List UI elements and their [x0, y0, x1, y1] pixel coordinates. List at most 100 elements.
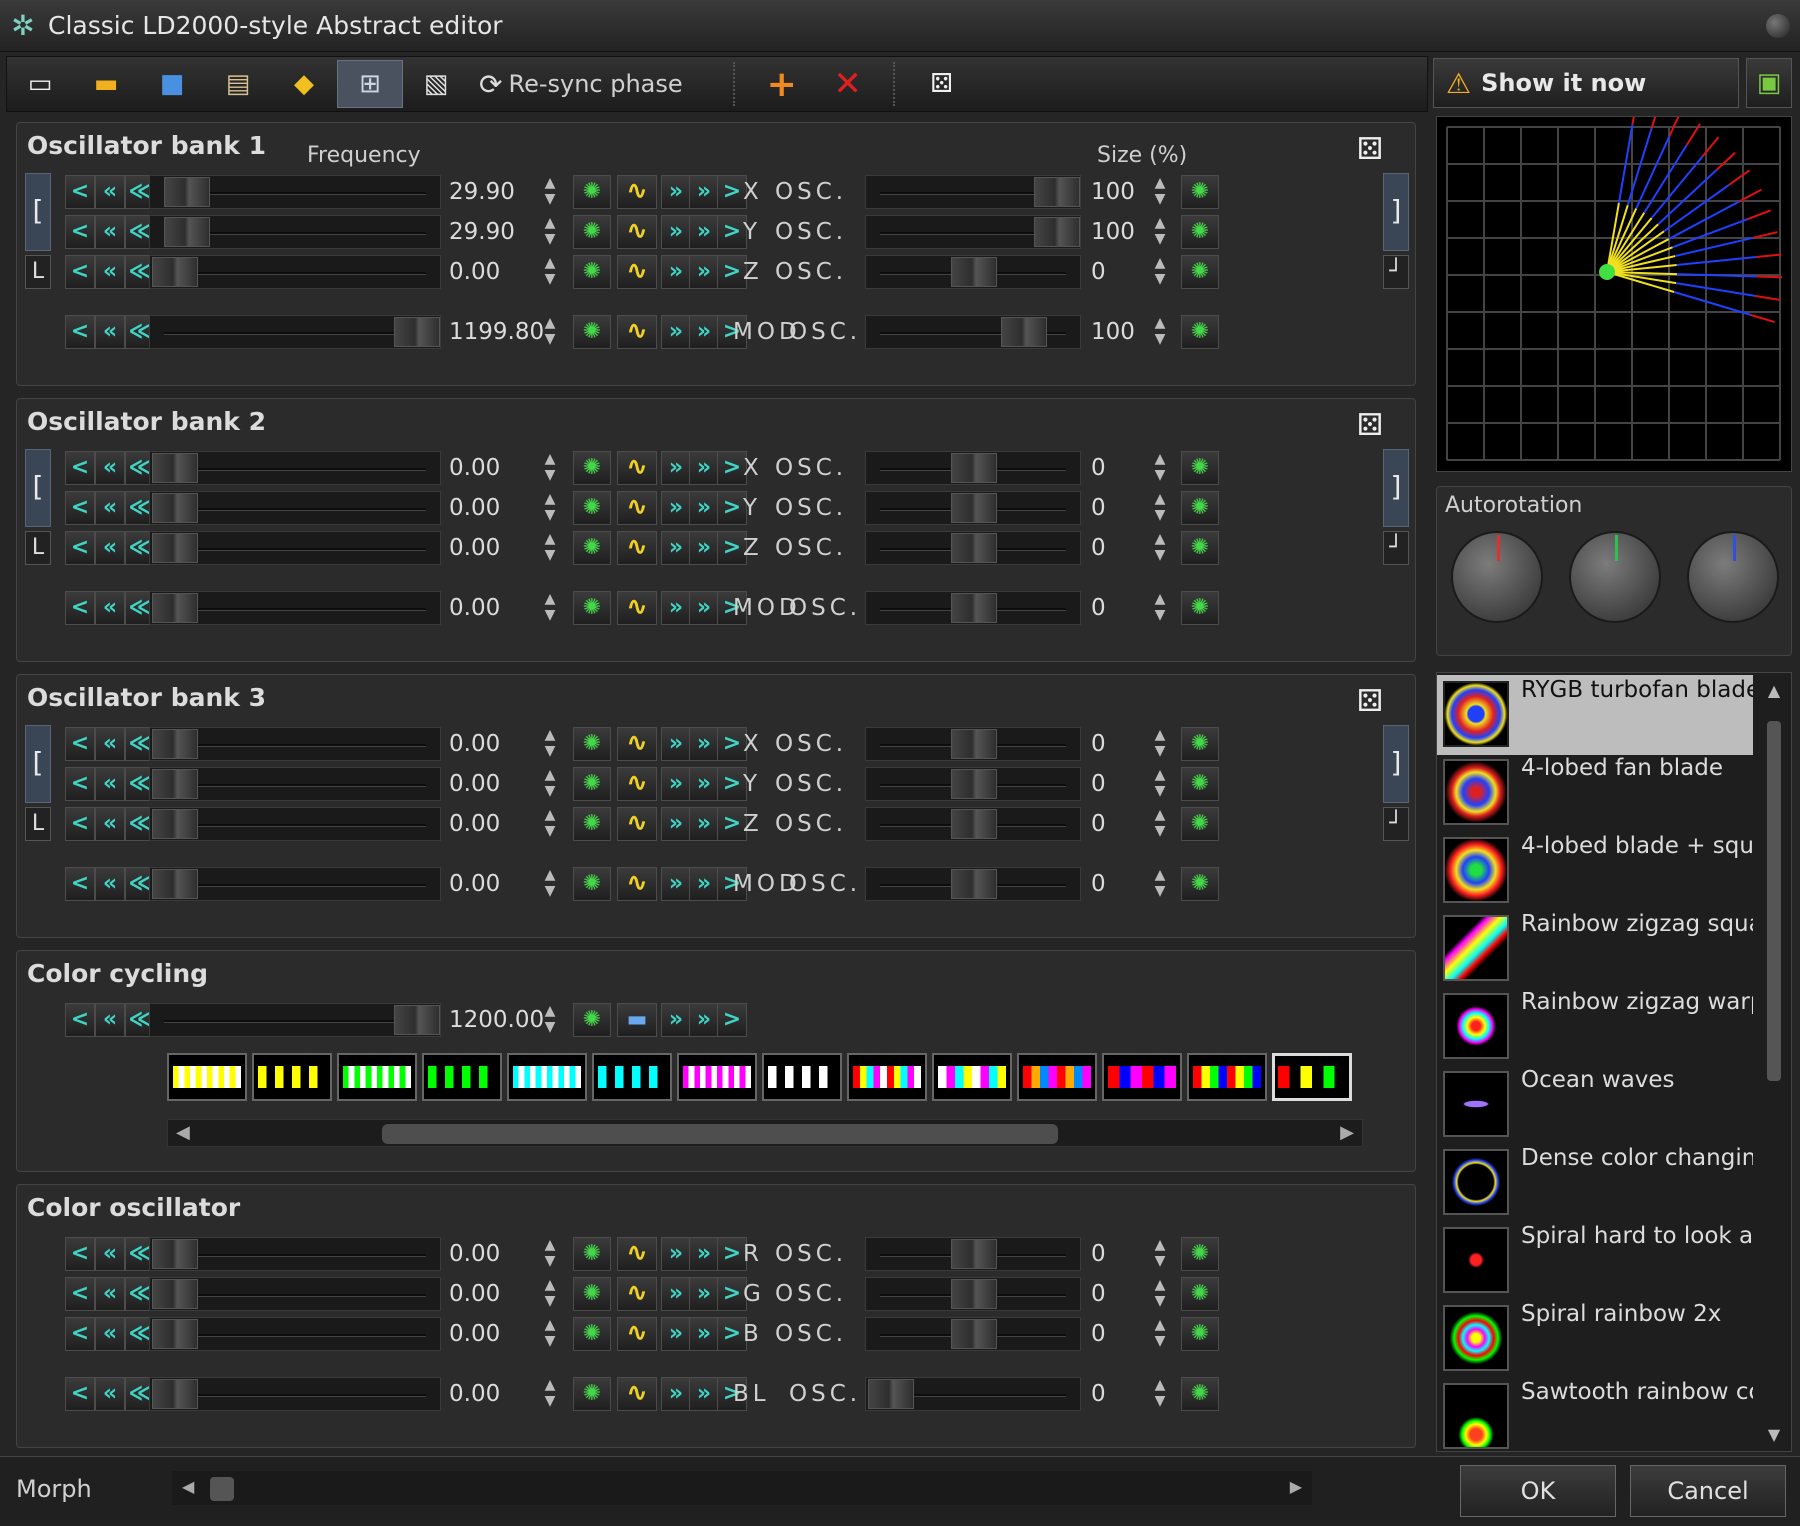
- increase-most-icon[interactable]: »: [661, 1003, 691, 1037]
- scroll-right-icon[interactable]: ▶: [1340, 1122, 1354, 1143]
- spin-arrows-icon[interactable]: ▲ ▼: [1145, 255, 1175, 289]
- spin-arrows-icon[interactable]: ▲ ▼: [535, 1003, 565, 1037]
- frequency-slider[interactable]: [149, 1003, 441, 1037]
- reset-phase-icon[interactable]: ✺: [573, 255, 611, 289]
- size-slider[interactable]: [865, 1277, 1081, 1311]
- decrease-icon[interactable]: <: [65, 1377, 95, 1411]
- scroll-down-icon[interactable]: ▼: [1763, 1425, 1785, 1445]
- frequency-slider[interactable]: [149, 867, 441, 901]
- increase-most-icon[interactable]: »: [661, 807, 691, 841]
- size-value[interactable]: 0: [1091, 1317, 1141, 1351]
- waveform-icon[interactable]: ∿: [617, 1237, 657, 1271]
- preset-item[interactable]: Rainbow zigzag square: [1437, 909, 1753, 989]
- waveform-icon[interactable]: ∿: [617, 727, 657, 761]
- increase-more-icon[interactable]: »: [689, 1277, 719, 1311]
- increase-icon[interactable]: >: [717, 1003, 747, 1037]
- decrease-more-icon[interactable]: «: [95, 1377, 125, 1411]
- reset-size-icon[interactable]: ✺: [1181, 867, 1219, 901]
- frequency-slider[interactable]: [149, 315, 441, 349]
- increase-more-icon[interactable]: »: [689, 767, 719, 801]
- preset-item[interactable]: Sawtooth rainbow cone: [1437, 1377, 1753, 1451]
- frequency-value[interactable]: 0.00: [449, 807, 529, 841]
- open-folder-icon[interactable]: ▬: [73, 60, 139, 108]
- link-z-right-icon[interactable]: ┘: [1383, 255, 1409, 289]
- link-z-right-icon[interactable]: ┘: [1383, 531, 1409, 565]
- autorotation-x-knob[interactable]: [1451, 531, 1543, 623]
- frequency-value[interactable]: 0.00: [449, 1377, 529, 1411]
- decrease-icon[interactable]: <: [65, 491, 95, 525]
- frequency-value[interactable]: 0.00: [449, 531, 529, 565]
- increase-more-icon[interactable]: »: [689, 867, 719, 901]
- slider-thumb[interactable]: [152, 809, 198, 839]
- size-slider[interactable]: [865, 1237, 1081, 1271]
- slider-thumb[interactable]: [164, 177, 210, 207]
- increase-most-icon[interactable]: »: [661, 315, 691, 349]
- increase-most-icon[interactable]: »: [661, 1237, 691, 1271]
- decrease-more-icon[interactable]: «: [95, 175, 125, 209]
- size-slider[interactable]: [865, 531, 1081, 565]
- spin-arrows-icon[interactable]: ▲ ▼: [535, 807, 565, 841]
- size-slider[interactable]: [865, 1317, 1081, 1351]
- increase-most-icon[interactable]: »: [661, 767, 691, 801]
- decrease-more-icon[interactable]: «: [95, 807, 125, 841]
- waveform-icon[interactable]: ∿: [617, 215, 657, 249]
- frequency-value[interactable]: 0.00: [449, 1237, 529, 1271]
- reset-phase-icon[interactable]: ✺: [573, 807, 611, 841]
- size-value[interactable]: 0: [1091, 1377, 1141, 1411]
- slider-thumb[interactable]: [951, 1239, 997, 1269]
- size-slider[interactable]: [865, 767, 1081, 801]
- color-palette-swatch[interactable]: [167, 1053, 247, 1101]
- color-palette-swatch[interactable]: [677, 1053, 757, 1101]
- frequency-slider[interactable]: [149, 255, 441, 289]
- save-icon[interactable]: ■: [139, 60, 205, 108]
- spin-arrows-icon[interactable]: ▲ ▼: [535, 767, 565, 801]
- decrease-more-icon[interactable]: «: [95, 1237, 125, 1271]
- increase-most-icon[interactable]: »: [661, 215, 691, 249]
- color-palette-swatch[interactable]: [1102, 1053, 1182, 1101]
- waveform-icon[interactable]: ∿: [617, 491, 657, 525]
- reset-size-icon[interactable]: ✺: [1181, 531, 1219, 565]
- waveform-icon[interactable]: ∿: [617, 1277, 657, 1311]
- decrease-icon[interactable]: <: [65, 727, 95, 761]
- slider-thumb[interactable]: [868, 1379, 914, 1409]
- waveform-icon[interactable]: ∿: [617, 867, 657, 901]
- spin-arrows-icon[interactable]: ▲ ▼: [535, 451, 565, 485]
- frequency-slider[interactable]: [149, 767, 441, 801]
- palette-scrollbar[interactable]: ◀ ▶: [167, 1119, 1363, 1147]
- waveform-icon[interactable]: ∿: [617, 315, 657, 349]
- morph-slider-thumb[interactable]: [210, 1477, 234, 1501]
- color-palette-swatch[interactable]: [847, 1053, 927, 1101]
- decrease-more-icon[interactable]: «: [95, 1317, 125, 1351]
- size-slider[interactable]: [865, 727, 1081, 761]
- slider-thumb[interactable]: [152, 1379, 198, 1409]
- frequency-value[interactable]: 0.00: [449, 591, 529, 625]
- link-xy-left-icon[interactable]: [: [25, 725, 51, 803]
- frequency-slider[interactable]: [149, 807, 441, 841]
- decrease-more-icon[interactable]: «: [95, 1003, 125, 1037]
- size-slider[interactable]: [865, 591, 1081, 625]
- reset-phase-icon[interactable]: ✺: [573, 215, 611, 249]
- spin-arrows-icon[interactable]: ▲ ▼: [535, 867, 565, 901]
- spin-arrows-icon[interactable]: ▲ ▼: [535, 1317, 565, 1351]
- waveform-icon[interactable]: ∿: [617, 767, 657, 801]
- spin-arrows-icon[interactable]: ▲ ▼: [535, 315, 565, 349]
- slider-thumb[interactable]: [152, 1319, 198, 1349]
- spin-arrows-icon[interactable]: ▲ ▼: [1145, 767, 1175, 801]
- size-value[interactable]: 0: [1091, 531, 1141, 565]
- slider-thumb[interactable]: [394, 317, 440, 347]
- slider-thumb[interactable]: [951, 1279, 997, 1309]
- link-xy-left-icon[interactable]: [: [25, 173, 51, 251]
- open-palette-icon[interactable]: ▬: [617, 1003, 657, 1037]
- increase-more-icon[interactable]: »: [689, 1377, 719, 1411]
- frequency-slider[interactable]: [149, 591, 441, 625]
- decrease-icon[interactable]: <: [65, 591, 95, 625]
- size-value[interactable]: 100: [1091, 215, 1141, 249]
- slider-thumb[interactable]: [152, 493, 198, 523]
- increase-more-icon[interactable]: »: [689, 1317, 719, 1351]
- resync-phase-button[interactable]: ⟳ Re-sync phase: [469, 60, 693, 108]
- increase-more-icon[interactable]: »: [689, 491, 719, 525]
- link-xy-right-icon[interactable]: ]: [1383, 725, 1409, 803]
- slider-thumb[interactable]: [951, 257, 997, 287]
- frequency-slider[interactable]: [149, 175, 441, 209]
- increase-most-icon[interactable]: »: [661, 591, 691, 625]
